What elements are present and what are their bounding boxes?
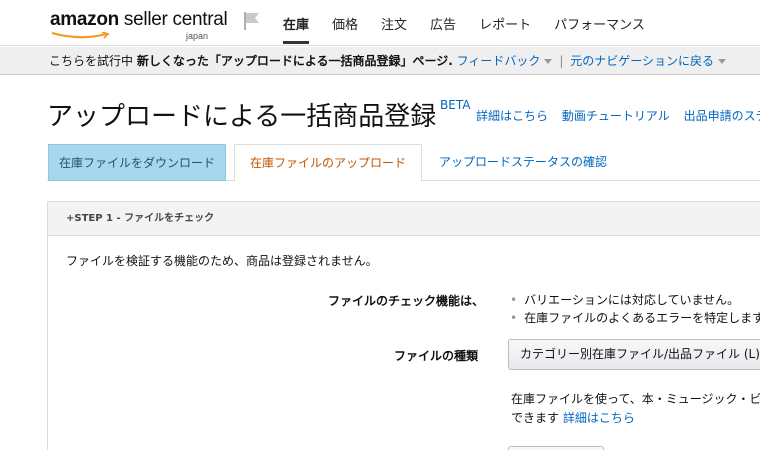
feedback-link[interactable]: フィードバック <box>457 54 541 68</box>
amazon-smile-icon <box>51 32 110 39</box>
logo-bold: amazon <box>50 9 119 30</box>
check-button[interactable] <box>508 446 604 450</box>
description-text: できます <box>511 411 560 425</box>
details-link[interactable]: 詳細はこちら <box>476 109 548 123</box>
description-line-2: できます 詳細はこちら <box>511 409 760 428</box>
feedback-prefix: こちらを試行中 <box>49 54 134 68</box>
amazon-seller-central-logo[interactable]: amazon seller central japan <box>50 9 228 41</box>
nav-item-pricing[interactable]: 価格 <box>332 14 358 46</box>
main-nav: 在庫 価格 注文 広告 レポート パフォーマンス <box>283 14 668 46</box>
logo-text: amazon seller central <box>50 9 228 31</box>
file-type-description: 在庫ファイルを使って、本・ミュージック・ビデオ できます 詳細はこちら <box>511 390 760 428</box>
step1-note: ファイルを検証する機能のため、商品は登録されません。 <box>66 254 378 268</box>
tab-upload-inventory-file[interactable]: 在庫ファイルのアップロード <box>234 144 422 182</box>
top-header: amazon seller central japan 在庫 価格 注文 広告 … <box>0 0 760 46</box>
listing-application-link[interactable]: 出品申請のステ <box>684 109 760 123</box>
feedback-caret-icon[interactable] <box>544 59 553 64</box>
nav-item-reports[interactable]: レポート <box>479 14 531 46</box>
tab-bar: 在庫ファイルをダウンロード 在庫ファイルのアップロード アップロードステータスの… <box>47 144 760 182</box>
tab-download-inventory-file[interactable]: 在庫ファイルをダウンロード <box>48 144 226 181</box>
back-to-old-nav-link[interactable]: 元のナビゲーションに戻る <box>570 54 714 68</box>
back-nav-caret-icon[interactable] <box>718 59 727 64</box>
logo-sub: japan <box>186 31 209 41</box>
check-bullet-item: 在庫ファイルのよくあるエラーを特定します。 <box>510 309 760 327</box>
feedback-bold-text: 新しくなった「アップロードによる一括商品登録」ページ. <box>136 54 453 68</box>
step1-panel: +STEP 1 - ファイルをチェック ファイルを検証する機能のため、商品は登録… <box>47 201 760 450</box>
description-details-link[interactable]: 詳細はこちら <box>563 411 635 425</box>
feedback-bar: こちらを試行中 新しくなった「アップロードによる一括商品登録」ページ. フィード… <box>0 47 760 75</box>
check-bullet-item: バリエーションには対応していません。 <box>510 291 760 309</box>
flag-icon[interactable] <box>243 11 261 31</box>
tab-upload-status[interactable]: アップロードステータスの確認 <box>439 144 607 181</box>
nav-item-orders[interactable]: 注文 <box>381 14 407 46</box>
title-links: 詳細はこちら 動画チュートリアル 出品申請のステ <box>476 107 760 124</box>
feedback-separator: | <box>559 54 564 68</box>
file-type-label: ファイルの種類 <box>394 349 479 363</box>
beta-badge: BETA <box>440 98 471 112</box>
step1-header[interactable]: +STEP 1 - ファイルをチェック <box>48 202 760 236</box>
check-feature-label: ファイルのチェック機能は、 <box>328 294 485 308</box>
file-type-select[interactable]: カテゴリー別在庫ファイル/出品ファイル (L)/価 <box>508 339 760 370</box>
video-tutorial-link[interactable]: 動画チュートリアル <box>562 109 670 123</box>
description-line-1: 在庫ファイルを使って、本・ミュージック・ビデオ <box>511 392 760 406</box>
logo-rest: seller central <box>118 9 228 30</box>
page-title: アップロードによる一括商品登録 <box>47 102 437 132</box>
nav-item-inventory[interactable]: 在庫 <box>283 14 310 46</box>
check-feature-bullets: バリエーションには対応していません。 在庫ファイルのよくあるエラーを特定します。 <box>510 291 760 327</box>
nav-item-advertising[interactable]: 広告 <box>430 14 456 46</box>
nav-item-performance[interactable]: パフォーマンス <box>554 14 645 46</box>
